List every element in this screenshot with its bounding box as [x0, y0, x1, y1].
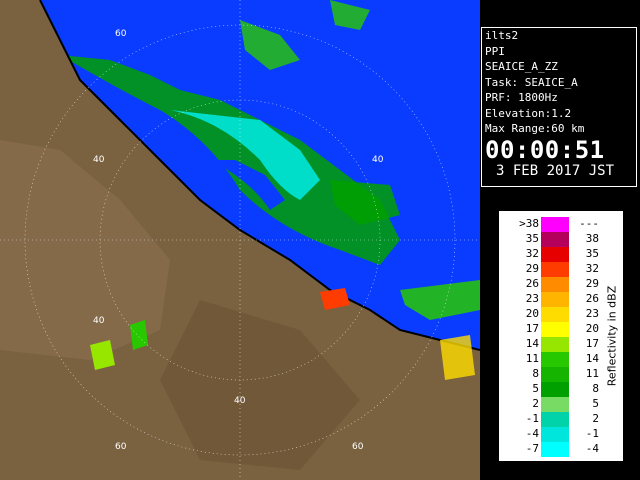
legend-row-low: 29 — [525, 262, 539, 275]
legend-swatch — [541, 247, 569, 262]
legend-swatch — [541, 352, 569, 367]
legend-swatch — [541, 292, 569, 307]
legend-row-high: -4 — [585, 442, 599, 455]
legend-row-high: 32 — [585, 262, 599, 275]
legend-row: 17 20 — [509, 322, 599, 337]
legend-row: 25 — [509, 397, 599, 412]
legend-row-high: 23 — [585, 307, 599, 320]
legend-swatch — [541, 337, 569, 352]
ring-label: 40 — [93, 316, 105, 326]
echo-coast-yellow — [440, 335, 475, 380]
product-id: SEAICE_A_ZZ — [485, 60, 558, 73]
legend-swatch — [541, 232, 569, 247]
ring-label: 40 — [234, 396, 246, 406]
echo-land-2 — [130, 320, 148, 350]
legend-row-low: 17 — [525, 322, 539, 335]
legend-row-high: --- — [579, 217, 599, 230]
legend-row-low: 35 — [525, 232, 539, 245]
ring-label: 60 — [115, 29, 127, 39]
legend-row-low: -1 — [525, 412, 539, 425]
legend-row: -7 -4 — [509, 442, 599, 457]
legend-row-high: 2 — [592, 412, 599, 425]
legend-row-high: 11 — [585, 367, 599, 380]
product-type: PPI — [485, 44, 505, 58]
legend-row: 8 11 — [509, 367, 599, 382]
legend-row-high: -1 — [585, 427, 599, 440]
legend-row-low: 8 — [532, 367, 539, 380]
legend-row-low: 23 — [525, 292, 539, 305]
ring-label: 40 — [372, 155, 384, 165]
legend-row-high: 26 — [585, 292, 599, 305]
legend-row: 58 — [509, 382, 599, 397]
site-name: ilts2 — [485, 29, 519, 42]
ring-label: 40 — [93, 155, 105, 165]
legend-swatch — [541, 277, 569, 292]
legend-row: 26 29 — [509, 277, 599, 292]
legend-row: 23 26 — [509, 292, 599, 307]
legend-row: 32 35 — [509, 247, 599, 262]
radar-info-box: ilts2 PPI SEAICE_A_ZZ Task: SEAICE_A PRF… — [481, 27, 637, 187]
legend-row-high: 20 — [585, 322, 599, 335]
legend-swatch — [541, 427, 569, 442]
legend-row-low: -4 — [525, 427, 539, 440]
legend-swatch — [541, 397, 569, 412]
legend-row-low: 20 — [525, 307, 539, 320]
legend-row: -1 2 — [509, 412, 599, 427]
radar-map[interactable]: 60 40 40 40 40 60 60 — [0, 0, 480, 480]
legend-swatch — [541, 442, 569, 457]
ring-label: 60 — [115, 442, 127, 452]
task-name: Task: SEAICE_A — [485, 75, 578, 89]
legend-row: -4 -1 — [509, 427, 599, 442]
legend-row: >38 --- — [509, 217, 599, 232]
reflectivity-legend: >38 --- 35 38 32 35 29 32 26 29 23 26 20 23 17 20 14 17 11… — [498, 210, 624, 462]
legend-row-low: 5 — [532, 382, 539, 395]
legend-row-low: 32 — [525, 247, 539, 260]
legend-row-high: 35 — [585, 247, 599, 260]
ring-label: 60 — [352, 442, 364, 452]
max-range-value: Max Range:60 km — [485, 122, 585, 135]
legend-row-low: >38 — [519, 217, 539, 230]
legend-swatch — [541, 412, 569, 427]
scan-date: 3 FEB 2017 JST — [496, 162, 615, 179]
legend-row-low: 2 — [532, 397, 539, 410]
legend-row: 14 17 — [509, 337, 599, 352]
legend-row: 20 23 — [509, 307, 599, 322]
legend-title: Reflectivity in dBZ — [603, 211, 621, 461]
legend-row-high: 14 — [585, 352, 599, 365]
legend-row-low: 14 — [525, 337, 539, 350]
legend-swatch — [541, 322, 569, 337]
legend-swatch — [541, 367, 569, 382]
legend-row-high: 8 — [592, 382, 599, 395]
legend-row-low: 11 — [525, 352, 539, 365]
legend-row-high: 5 — [592, 397, 599, 410]
radar-map-canvas: 60 40 40 40 40 60 60 — [0, 0, 480, 480]
legend-title-text: Reflectivity in dBZ — [605, 285, 619, 387]
prf-value: PRF: 1800Hz — [485, 91, 558, 104]
legend-swatch — [541, 262, 569, 277]
scan-time: 00:00:51 — [485, 135, 605, 164]
legend-row-high: 17 — [585, 337, 599, 350]
legend-row: 11 14 — [509, 352, 599, 367]
legend-row-low: 26 — [525, 277, 539, 290]
legend-swatch — [541, 307, 569, 322]
legend-swatch — [541, 217, 569, 232]
legend-row: 35 38 — [509, 232, 599, 247]
legend-row-high: 29 — [585, 277, 599, 290]
legend-row-high: 38 — [585, 232, 599, 245]
legend-swatch — [541, 382, 569, 397]
legend-row-low: -7 — [525, 442, 539, 455]
elevation-value: Elevation:1.2 — [485, 106, 572, 120]
legend-row: 29 32 — [509, 262, 599, 277]
